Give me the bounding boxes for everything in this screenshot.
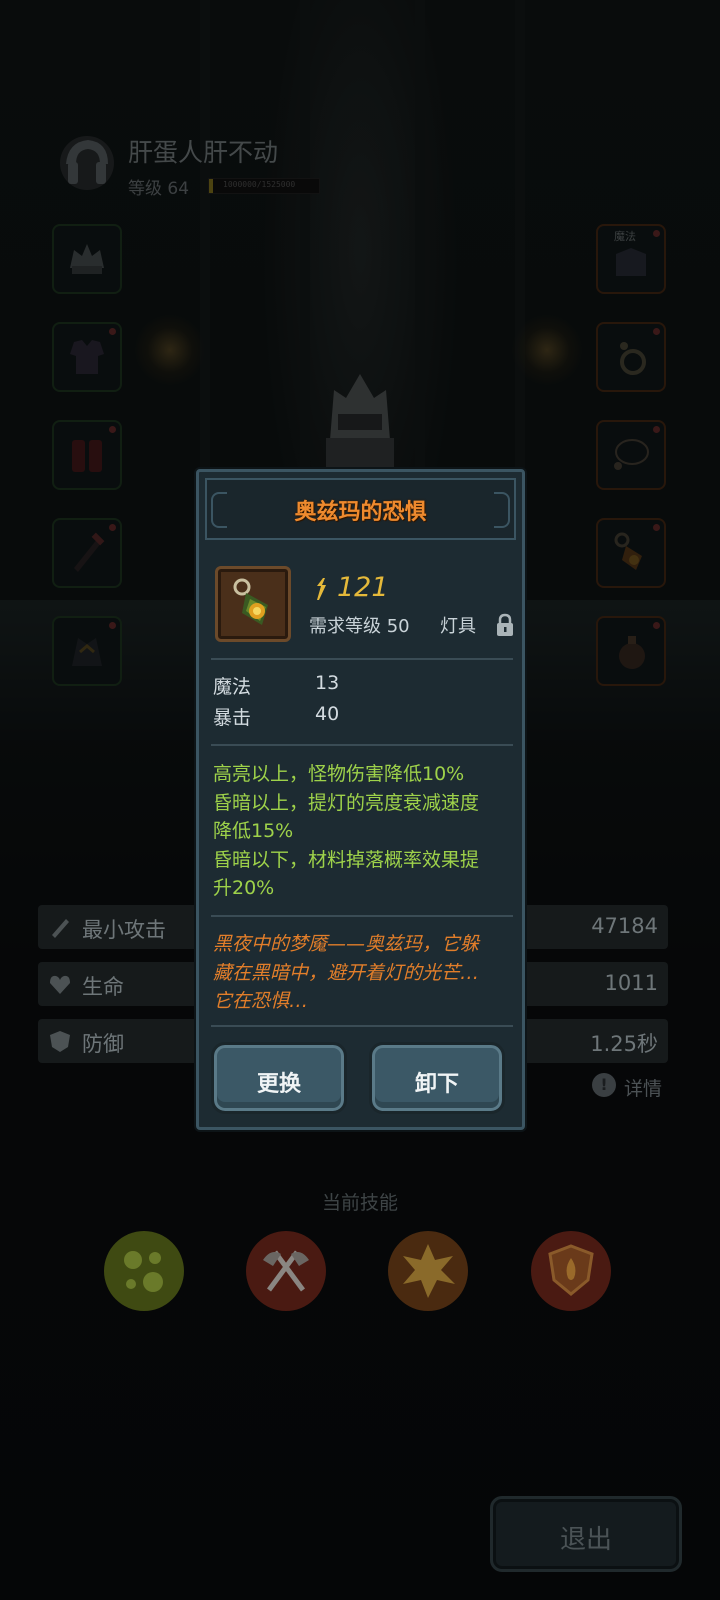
popup-header: 奥兹玛的恐惧 [205,478,516,540]
effect-line: 升20% [213,877,275,899]
lore-line: 黑夜中的梦魇——奥兹玛，它躲 [213,933,480,955]
exit-button[interactable]: 退出 [490,1496,682,1572]
power-icon [317,578,326,600]
effect-line: 昏暗以上，提灯的亮度衰减速度 [213,791,480,814]
effect-line: 昏暗以下，材料掉落概率效果提 [213,848,480,871]
lore-line: 藏在黑暗中，避开着灯的光芒… [213,961,480,984]
attr-value: 13 [315,672,340,694]
heart-icon [50,975,70,994]
divider [211,1025,513,1027]
item-icon-frame [215,566,291,642]
item-detail-popup: 奥兹玛的恐惧 121 需求等级 50 灯具 魔法 13 暴击 40 高亮以上，怪… [196,469,525,1130]
stat-value: 1.25秒 [590,1032,658,1056]
item-power: 121 [337,572,389,603]
required-level: 需求等级 50 [309,616,410,637]
lamp-item-icon [233,578,268,625]
replace-label: 更换 [256,1072,301,1097]
item-slot-type: 灯具 [440,616,476,637]
lock-icon[interactable] [494,612,516,638]
attr-name: 暴击 [213,707,252,729]
attr-name: 魔法 [213,676,252,698]
effect-line: 高亮以上，怪物伤害降低10% [213,763,465,785]
detail-link[interactable]: 详情 [624,1074,662,1101]
divider [211,744,513,746]
info-icon: ! [592,1073,616,1097]
attr-value: 40 [315,703,340,725]
skill-poison-icon[interactable] [103,1230,185,1312]
skill-explosion-icon[interactable] [387,1230,469,1312]
divider [211,915,513,917]
divider [211,658,513,660]
stat-value: 47184 [591,914,658,938]
skill-fire-shield-icon[interactable] [530,1230,612,1312]
stat-label: 最小攻击 [82,918,166,942]
stat-value: 1011 [604,971,658,995]
skills-title: 当前技能 [321,1192,398,1214]
exit-label: 退出 [559,1525,612,1555]
shield-icon [50,1031,70,1052]
unequip-label: 卸下 [414,1072,459,1097]
effect-line: 降低15% [213,820,294,842]
sword-icon [52,919,69,938]
unequip-button[interactable]: 卸下 [369,1042,505,1114]
item-title: 奥兹玛的恐惧 [294,500,427,525]
lore-line: 它在恐惧… [213,990,309,1012]
stat-label: 防御 [82,1032,124,1056]
stat-label: 生命 [82,975,124,999]
skill-axes-icon[interactable] [245,1230,327,1312]
replace-button[interactable]: 更换 [211,1042,347,1114]
item-effects: 高亮以上，怪物伤害降低10% 昏暗以上，提灯的亮度衰减速度 降低15% 昏暗以下… [213,760,515,903]
item-lore: 黑夜中的梦魇——奥兹玛，它躲 藏在黑暗中，避开着灯的光芒… 它在恐惧… [213,930,515,1016]
